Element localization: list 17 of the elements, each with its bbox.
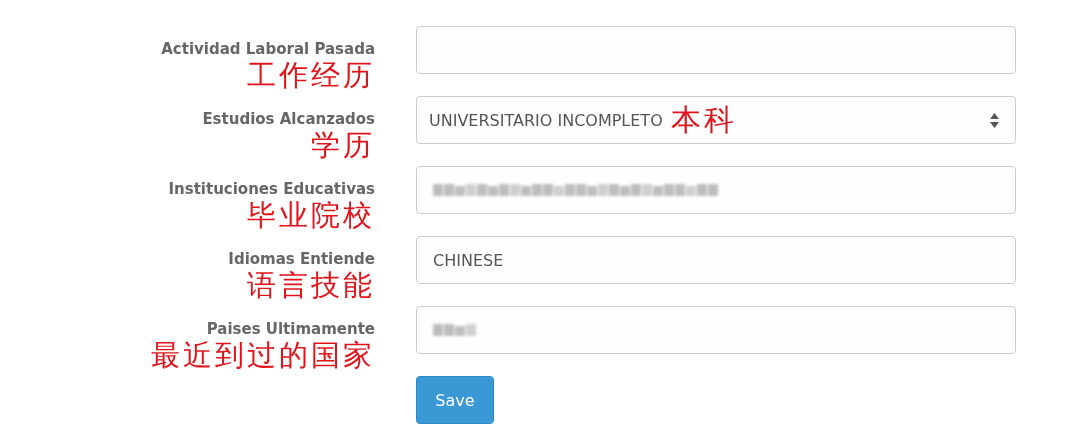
field-label: Estudios Alcanzados <box>202 109 375 129</box>
annotation: 最近到过的国家 <box>151 339 375 371</box>
field-label: Actividad Laboral Pasada <box>161 39 375 59</box>
input-field[interactable] <box>416 306 1016 354</box>
annotation: 学历 <box>311 129 375 161</box>
annotation: 毕业院校 <box>247 199 375 231</box>
field-label: Idiomas Entiende <box>228 249 375 269</box>
input-field[interactable] <box>416 166 1016 214</box>
annotation: 本科 <box>670 101 737 138</box>
input-field[interactable] <box>416 26 1016 74</box>
field-label: Paises Ultimamente <box>206 319 375 339</box>
select-field[interactable]: UNIVERSITARIO INCOMPLETO 本科 <box>416 96 1016 144</box>
annotation: 语言技能 <box>247 269 375 301</box>
input-field[interactable]: CHINESE <box>416 236 1016 284</box>
sort-caret-icon <box>990 112 999 128</box>
field-label: Instituciones Educativas <box>168 179 375 199</box>
annotation: 工作经历 <box>247 59 375 91</box>
